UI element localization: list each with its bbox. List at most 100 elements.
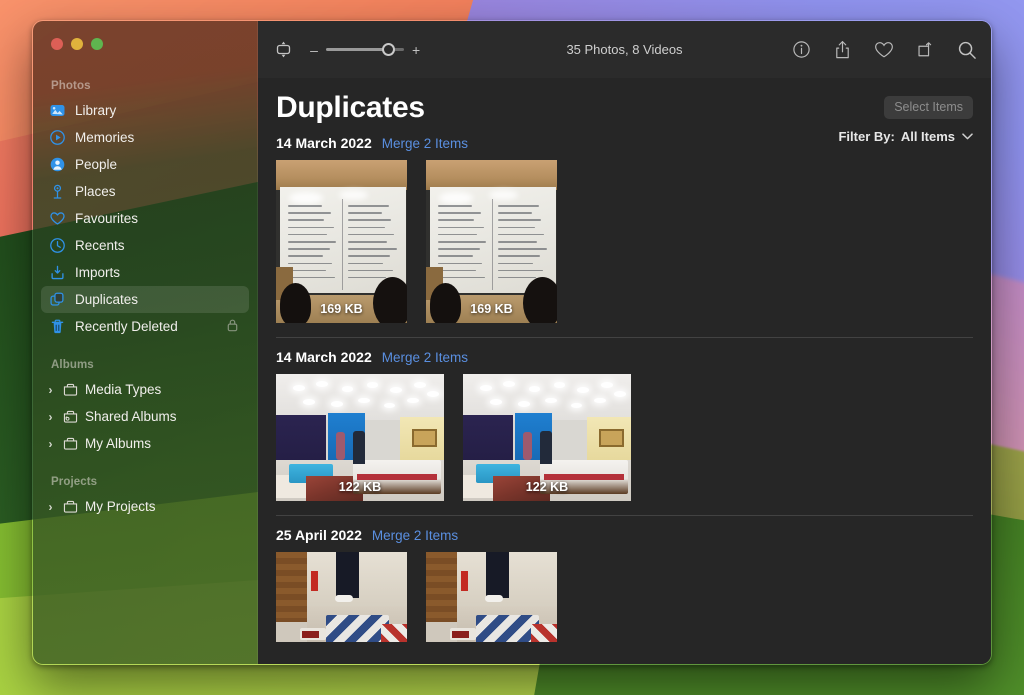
- file-size-label: 122 KB: [276, 480, 444, 494]
- sidebar-item-label: My Albums: [85, 436, 241, 451]
- chevron-down-icon[interactable]: [962, 131, 973, 143]
- sidebar-item-favourites[interactable]: Favourites: [41, 205, 249, 232]
- rotate-icon[interactable]: [916, 40, 935, 59]
- photo-thumbnail[interactable]: 122 KB: [276, 374, 444, 501]
- sidebar-item-imports[interactable]: Imports: [41, 259, 249, 286]
- photo-thumbnail[interactable]: 122 KB: [463, 374, 631, 501]
- photo-thumbnail[interactable]: 169 KB: [276, 160, 407, 323]
- close-button[interactable]: [51, 38, 63, 50]
- sidebar-section-albums: Albums› Media Types› Shared Albums› My A…: [33, 359, 257, 457]
- window-controls: [33, 21, 257, 50]
- zoom-slider[interactable]: – +: [310, 43, 420, 57]
- sidebar-item-label: People: [75, 157, 241, 172]
- merge-items-link[interactable]: Merge 2 Items: [382, 136, 468, 151]
- sidebar-item-media-types[interactable]: › Media Types: [41, 376, 249, 403]
- sidebar-section-gap: [33, 459, 257, 476]
- search-icon[interactable]: [957, 40, 977, 60]
- group-date: 25 April 2022: [276, 527, 362, 543]
- view-options-icon[interactable]: [274, 40, 293, 59]
- places-icon: [49, 183, 66, 200]
- zoom-button[interactable]: [91, 38, 103, 50]
- sidebar-section-header: Projects: [33, 476, 257, 493]
- content-area: – + 35 Photos, 8 Videos: [258, 21, 991, 664]
- sidebar-item-label: Media Types: [85, 382, 241, 397]
- folder-icon: [62, 381, 79, 398]
- toolbar: – + 35 Photos, 8 Videos: [258, 21, 991, 78]
- filter-by-control[interactable]: Filter By: All Items: [838, 129, 973, 144]
- sidebar-item-duplicates[interactable]: Duplicates: [41, 286, 249, 313]
- folder-icon: [62, 435, 79, 452]
- folder-icon: [62, 498, 79, 515]
- sidebar-section-gap: [33, 342, 257, 359]
- duplicate-group: 25 April 2022 Merge 2 Items: [258, 516, 991, 656]
- clock-icon: [49, 237, 66, 254]
- sidebar-item-label: Recents: [75, 238, 241, 253]
- sidebar-item-label: Imports: [75, 265, 241, 280]
- file-size-label: 169 KB: [426, 302, 557, 316]
- duplicate-group: 14 March 2022 Merge 2 Items 122 KB 122 KB: [258, 338, 991, 515]
- sidebar-item-my-projects[interactable]: › My Projects: [41, 493, 249, 520]
- thumbnail-row: [276, 552, 973, 656]
- sidebar-item-my-albums[interactable]: › My Albums: [41, 430, 249, 457]
- photo-thumbnail[interactable]: 169 KB: [426, 160, 557, 323]
- zoom-out-label[interactable]: –: [310, 43, 318, 57]
- duplicates-icon: [49, 291, 66, 308]
- info-icon[interactable]: [792, 40, 811, 59]
- shared-folder-icon: [62, 408, 79, 425]
- group-header: 14 March 2022 Merge 2 Items: [276, 338, 973, 374]
- zoom-in-label[interactable]: +: [412, 43, 420, 57]
- sidebar-item-places[interactable]: Places: [41, 178, 249, 205]
- thumbnail-row: 122 KB 122 KB: [276, 374, 973, 515]
- page-title: Duplicates: [276, 92, 973, 124]
- import-icon: [49, 264, 66, 281]
- chevron-right-icon[interactable]: ›: [45, 411, 56, 423]
- sidebar-section-projects: Projects› My Projects: [33, 476, 257, 520]
- photos-app-window: Photos Library Memories People PlacesFav…: [32, 20, 992, 665]
- library-icon: [49, 102, 66, 119]
- duplicates-scroll-area[interactable]: Duplicates Select Items Filter By: All I…: [258, 78, 991, 664]
- zoom-slider-track[interactable]: [326, 43, 404, 57]
- sidebar-item-label: Duplicates: [75, 292, 241, 307]
- sidebar-item-label: Memories: [75, 130, 241, 145]
- sidebar-item-memories[interactable]: Memories: [41, 124, 249, 151]
- people-icon: [49, 156, 66, 173]
- filter-by-label: Filter By:: [838, 129, 894, 144]
- sidebar-item-recents[interactable]: Recents: [41, 232, 249, 259]
- share-icon[interactable]: [833, 40, 852, 60]
- sidebar-section-photos: Photos Library Memories People PlacesFav…: [33, 80, 257, 340]
- desktop-wallpaper: Photos Library Memories People PlacesFav…: [0, 0, 1024, 695]
- zoom-slider-filled: [326, 48, 388, 51]
- minimize-button[interactable]: [71, 38, 83, 50]
- zoom-slider-remainder: [394, 48, 404, 51]
- zoom-slider-knob[interactable]: [382, 43, 395, 56]
- sidebar-item-recently-deleted[interactable]: Recently Deleted: [41, 313, 249, 340]
- sidebar-item-people[interactable]: People: [41, 151, 249, 178]
- sidebar-section-header: Albums: [33, 359, 257, 376]
- filter-by-value: All Items: [901, 129, 955, 144]
- thumbnail-row: 169 KB 169 KB: [276, 160, 973, 337]
- sidebar-item-label: Recently Deleted: [75, 319, 217, 334]
- lock-icon: [226, 318, 239, 335]
- sidebar-item-label: Places: [75, 184, 241, 199]
- select-items-button[interactable]: Select Items: [884, 96, 973, 119]
- sidebar-item-label: Library: [75, 103, 241, 118]
- merge-items-link[interactable]: Merge 2 Items: [372, 528, 458, 543]
- page-header: Duplicates Select Items Filter By: All I…: [258, 78, 991, 124]
- sidebar-item-shared-albums[interactable]: › Shared Albums: [41, 403, 249, 430]
- heart-icon[interactable]: [874, 41, 894, 59]
- file-size-label: 122 KB: [463, 480, 631, 494]
- chevron-right-icon[interactable]: ›: [45, 501, 56, 513]
- merge-items-link[interactable]: Merge 2 Items: [382, 350, 468, 365]
- group-date: 14 March 2022: [276, 349, 372, 365]
- photo-thumbnail[interactable]: [276, 552, 407, 642]
- chevron-right-icon[interactable]: ›: [45, 438, 56, 450]
- sidebar-item-label: My Projects: [85, 499, 241, 514]
- sidebar: Photos Library Memories People PlacesFav…: [33, 21, 258, 664]
- duplicate-group: 14 March 2022 Merge 2 Items 169 KB 169 KB: [258, 124, 991, 337]
- group-date: 14 March 2022: [276, 135, 372, 151]
- sidebar-item-library[interactable]: Library: [41, 97, 249, 124]
- chevron-right-icon[interactable]: ›: [45, 384, 56, 396]
- trash-icon: [49, 318, 66, 335]
- photo-thumbnail[interactable]: [426, 552, 557, 642]
- sidebar-item-label: Favourites: [75, 211, 241, 226]
